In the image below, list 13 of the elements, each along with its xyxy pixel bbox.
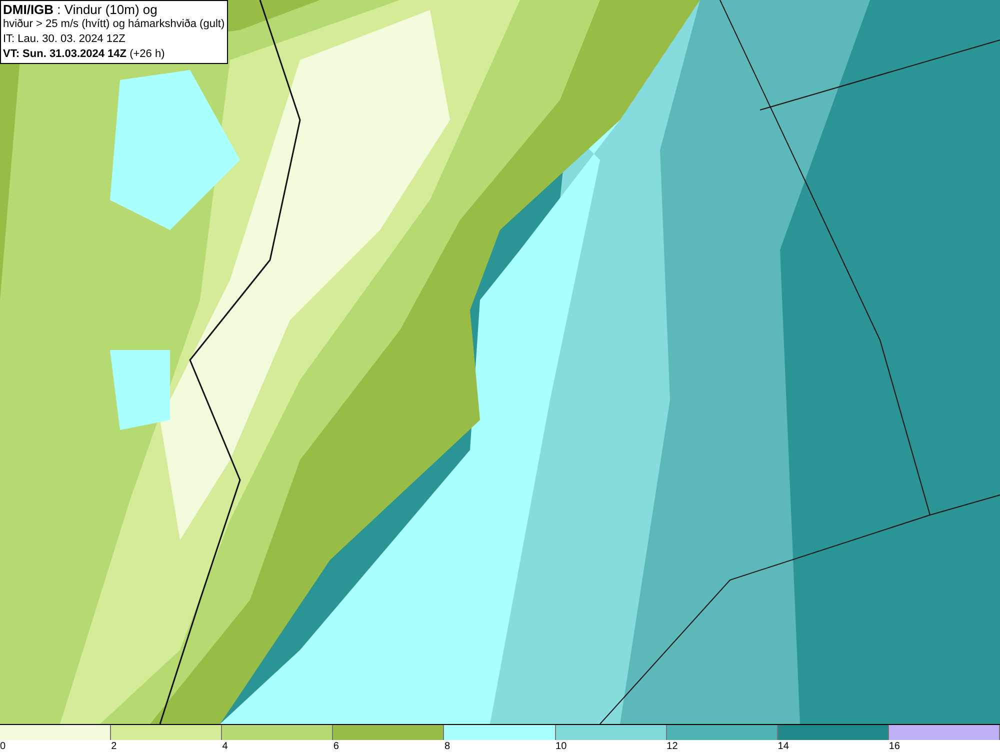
title-line: DMI/IGB : Vindur (10m) og bbox=[3, 2, 158, 17]
legend-tick-label: 16 bbox=[888, 740, 900, 753]
legend-tick-label: 14 bbox=[778, 740, 789, 753]
legend-tick-label: 6 bbox=[333, 740, 339, 753]
title-line: IT: Lau. 30. 03. 2024 12Z bbox=[3, 32, 126, 47]
legend-tick-label: 8 bbox=[444, 740, 450, 753]
title-line: VT: Sun. 31.03.2024 14Z (+26 h) bbox=[3, 47, 166, 62]
title-line: hviður > 25 m/s (hvítt) og hámarkshviða (gult) bbox=[3, 17, 225, 32]
legend-tick-label: 4 bbox=[222, 740, 228, 753]
legend-tick-label: 10 bbox=[556, 740, 567, 753]
legend-tick-label: 12 bbox=[666, 740, 678, 753]
legend-tick-label: 2 bbox=[111, 740, 117, 753]
legend-tick-label: 0 bbox=[0, 740, 6, 753]
